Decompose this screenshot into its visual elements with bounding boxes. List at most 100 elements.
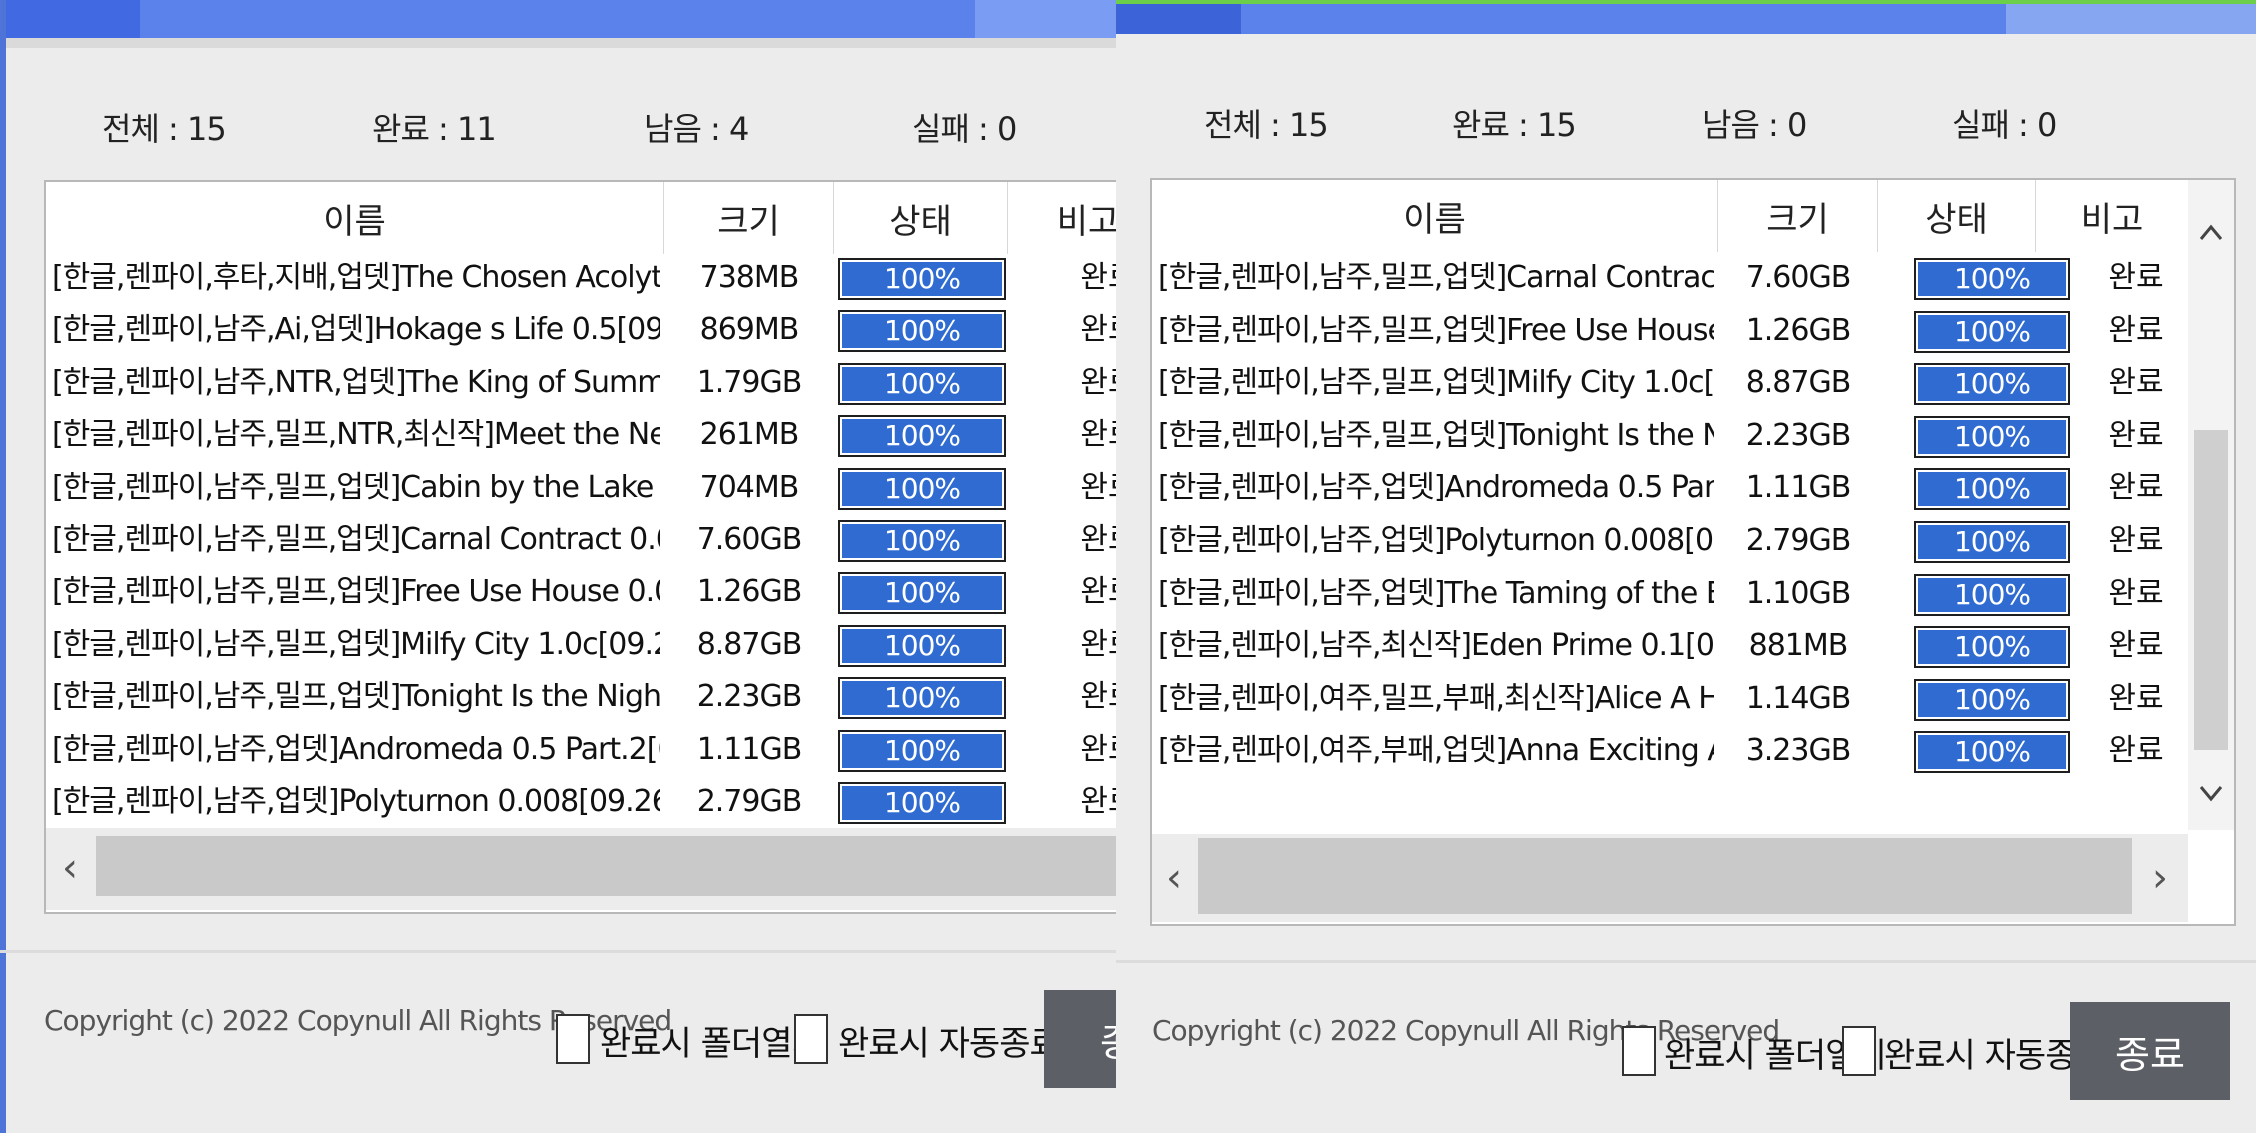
file-name: [한글,렌파이,남주,밀프,업뎃]Milfy City 1.0c[09.26][… [52,626,660,662]
list-item[interactable]: [한글,렌파이,남주,밀프,업뎃]Milfy City 1.0c[09.26][… [46,619,1116,671]
scroll-up-icon[interactable] [2191,210,2231,250]
column-header-status[interactable]: 상태 [1878,180,2036,252]
scroll-left-icon[interactable]: ‹ [50,848,90,888]
file-size: 2.23GB [1745,417,1852,453]
file-size: 2.79GB [696,784,803,819]
exit-button[interactable]: 종료 [2070,1002,2230,1100]
list-item[interactable]: [한글,렌파이,남주,밀프,업뎃]Tonight Is the Night 0.… [1152,410,2188,462]
progress-text: 100% [883,628,961,662]
window-edge [0,0,6,1133]
progress-text: 100% [1953,735,2031,769]
column-header-size[interactable]: 크기 [664,182,834,254]
file-size: 2.79GB [1745,523,1852,558]
stat-remaining: 남음 : 0 [1702,106,1807,144]
open-folder-checkbox[interactable] [1622,1026,1656,1076]
list-item[interactable]: [한글,렌파이,후타,지배,업뎃]The Chosen Acolyte Ch.2… [46,252,1116,304]
file-name: [한글,렌파이,남주,최신작]Eden Prime 0.1[09.26].zip… [1158,628,1714,664]
file-name: [한글,렌파이,남주,밀프,업뎃]Milfy City 1.0c[09.26][… [1158,365,1714,401]
file-size: 8.87GB [1745,365,1852,401]
file-size: 261MB [699,417,800,453]
progress-bar: 100% [1914,573,2070,616]
progress-bar: 100% [838,362,1006,405]
list-item[interactable]: [한글,렌파이,남주,업뎃]The Taming of the Brat 0.9… [1152,568,2188,620]
file-size: 704MB [699,469,800,505]
auto-exit-label[interactable]: 완료시 자동종료 [838,1016,1061,1065]
progress-text: 100% [1953,367,2031,401]
file-size: 1.11GB [1745,470,1852,506]
list-item[interactable]: [한글,렌파이,남주,업뎃]Andromeda 0.5 Part.2[09.26… [46,724,1116,776]
list-item[interactable]: [한글,렌파이,남주,밀프,업뎃]Milfy City 1.0c[09.26][… [1152,357,2188,409]
auto-exit-checkbox[interactable] [1842,1026,1876,1076]
list-item[interactable]: [한글,렌파이,남주,업뎃]Andromeda 0.5 Part.2[09.26… [1152,462,2188,514]
footer-divider [0,950,1116,953]
exit-button[interactable]: 종 [1044,990,1116,1088]
progress-bar: 100% [838,467,1006,510]
auto-exit-checkbox[interactable] [794,1014,828,1064]
file-name: [한글,렌파이,후타,지배,업뎃]The Chosen Acolyte Ch.2… [52,260,660,295]
list-item[interactable]: [한글,렌파이,남주,밀프,업뎃]Carnal Contract 0.05[09… [46,514,1116,566]
progress-text: 100% [883,786,961,819]
progress-text: 100% [1953,630,2031,664]
list-item[interactable]: [한글,렌파이,남주,최신작]Eden Prime 0.1[09.26].zip… [1152,620,2188,672]
file-name: [한글,렌파이,남주,밀프,업뎃]Cabin by the Lake 0.25d… [52,469,660,505]
progress-bar: 100% [838,677,1006,720]
list-item[interactable]: [한글,렌파이,여주,부패,업뎃]Anna Exciting Affection… [1152,725,2188,777]
scroll-left-icon[interactable]: ‹ [1154,858,1194,898]
status-note: 완료 [2108,470,2164,506]
exit-button-label: 종료 [2115,1032,2185,1077]
file-name: [한글,렌파이,여주,부패,업뎃]Anna Exciting Affection… [1158,733,1714,769]
list-item[interactable]: [한글,렌파이,남주,Ai,업뎃]Hokage s Life 0.5[09.26… [46,304,1116,356]
titlebar-segment [0,0,140,38]
progress-bar: 100% [838,520,1006,562]
scrollbar-thumb[interactable] [1198,838,2132,914]
column-header-note[interactable]: 비고 [2036,180,2188,252]
open-folder-label[interactable]: 완료시 폴더열기 [600,1016,823,1065]
column-header-name[interactable]: 이름 [46,182,664,254]
file-size: 738MB [699,260,800,295]
progress-text: 100% [1953,419,2031,453]
scroll-right-icon[interactable]: › [2140,858,2180,898]
horizontal-scrollbar[interactable]: ‹ [46,828,1116,910]
progress-bar: 100% [1914,310,2070,353]
progress-bar: 100% [1914,521,2070,563]
list-item[interactable]: [한글,렌파이,남주,밀프,NTR,최신작]Meet the New Neigh… [46,409,1116,461]
list-item[interactable]: [한글,렌파이,남주,밀프,업뎃]Free Use House 0.0.4[09… [1152,305,2188,357]
status-note: 완료 [2108,575,2164,611]
download-list[interactable]: 이름 크기 상태 비고 [한글,렌파이,후타,지배,업뎃]The Chosen … [44,180,1116,914]
column-header-status[interactable]: 상태 [834,182,1008,254]
stat-total: 전체 : 15 [102,110,227,148]
horizontal-scrollbar[interactable]: ‹ › [1152,834,2188,922]
scrollbar-thumb[interactable] [96,836,1116,896]
progress-bar: 100% [1914,258,2070,300]
vertical-scrollbar[interactable] [2188,180,2234,830]
file-size: 7.60GB [696,522,803,557]
progress-bar: 100% [838,258,1006,300]
scrollbar-thumb[interactable] [2194,430,2228,750]
list-item[interactable]: [한글,렌파이,남주,업뎃]Polyturnon 0.008[09.26].zi… [1152,515,2188,567]
download-list[interactable]: 이름 크기 상태 비고 [한글,렌파이,남주,밀프,업뎃]Carnal Cont… [1150,178,2236,926]
progress-text: 100% [883,733,961,767]
list-item[interactable]: [한글,렌파이,남주,밀프,업뎃]Cabin by the Lake 0.25d… [46,462,1116,514]
file-name: [한글,렌파이,남주,Ai,업뎃]Hokage s Life 0.5[09.26… [52,312,660,348]
list-item[interactable]: [한글,렌파이,남주,NTR,업뎃]The King of Summer 0.3… [46,357,1116,409]
file-size: 1.14GB [1745,680,1852,716]
list-item[interactable]: [한글,렌파이,남주,밀프,업뎃]Tonight Is the Night 0.… [46,671,1116,723]
file-size: 881MB [1748,628,1849,664]
column-header-name[interactable]: 이름 [1152,180,1718,252]
list-item[interactable]: [한글,렌파이,남주,밀프,업뎃]Free Use House 0.0.4[09… [46,566,1116,618]
list-item[interactable]: [한글,렌파이,남주,밀프,업뎃]Carnal Contract 0.05[09… [1152,252,2188,304]
progress-bar: 100% [1914,731,2070,774]
open-folder-checkbox[interactable] [556,1014,590,1064]
right-window: 전체 : 15 완료 : 15 남음 : 0 실패 : 0 이름 크기 상태 비… [1116,0,2256,1133]
scroll-down-icon[interactable] [2191,770,2231,810]
progress-text: 100% [883,366,961,400]
file-name: [한글,렌파이,남주,NTR,업뎃]The King of Summer 0.3… [52,364,660,400]
status-note: 완료 [2108,260,2164,295]
column-header-note[interactable]: 비고 [1008,182,1116,254]
list-item[interactable]: [한글,렌파이,남주,업뎃]Polyturnon 0.008[09.26].zi… [46,776,1116,828]
column-header-size[interactable]: 크기 [1718,180,1878,252]
stat-done: 완료 : 15 [1452,106,1577,144]
list-item[interactable]: [한글,렌파이,여주,밀프,부패,최신작]Alice A Hard Life E… [1152,673,2188,725]
file-name: [한글,렌파이,남주,밀프,NTR,최신작]Meet the New Neigh… [52,417,660,453]
progress-bar: 100% [1914,626,2070,669]
